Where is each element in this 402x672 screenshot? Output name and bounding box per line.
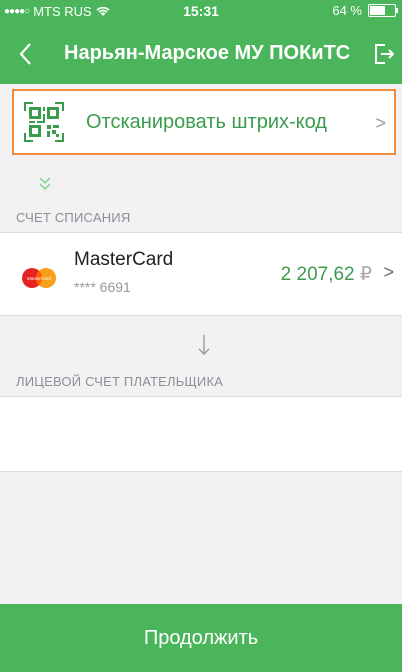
status-bar: ●●●●○ MTS RUS 15:31 64 %	[0, 0, 402, 22]
exit-icon[interactable]	[372, 42, 396, 66]
continue-button[interactable]: Продолжить	[0, 604, 402, 672]
payer-account-section-label: ЛИЦЕВОЙ СЧЕТ ПЛАТЕЛЬЩИКА	[16, 374, 224, 389]
app-header: ●●●●○ MTS RUS 15:31 64 % Нарьян-Марское …	[0, 0, 402, 84]
battery-area: 64 %	[332, 3, 398, 18]
card-name: MasterCard	[74, 249, 174, 270]
chevron-right-icon: >	[383, 262, 394, 282]
card-masked-number: **** 6691	[74, 279, 131, 295]
battery-level	[370, 6, 386, 15]
card-balance: 2 207,62 ₽	[281, 263, 372, 286]
battery-icon	[368, 4, 398, 17]
scan-barcode-label: Отсканировать штрих-код	[86, 111, 327, 133]
arrow-down-icon	[198, 335, 210, 355]
double-chevron-down-icon	[39, 177, 51, 191]
mastercard-logo-text: MasterCard	[27, 276, 51, 281]
mastercard-logo: MasterCard	[22, 268, 56, 288]
card-balance-amount: 2 207,62	[280, 264, 355, 285]
debit-account-section-label: СЧЕТ СПИСАНИЯ	[16, 210, 131, 225]
back-arrow-icon[interactable]	[16, 40, 36, 68]
debit-card-row[interactable]: MasterCard MasterCard **** 6691 2 207,62…	[0, 232, 402, 316]
ruble-currency-icon: ₽	[359, 264, 372, 285]
scan-barcode-button[interactable]: Отсканировать штрих-код >	[12, 89, 396, 155]
qr-code-icon	[24, 102, 64, 142]
payer-account-field[interactable]	[0, 396, 402, 472]
navigation-bar: Нарьян-Марское МУ ПОКиТС	[0, 34, 402, 74]
chevron-right-icon: >	[375, 113, 386, 133]
battery-percent: 64 %	[332, 3, 362, 18]
page-title: Нарьян-Марское МУ ПОКиТС	[64, 42, 351, 64]
